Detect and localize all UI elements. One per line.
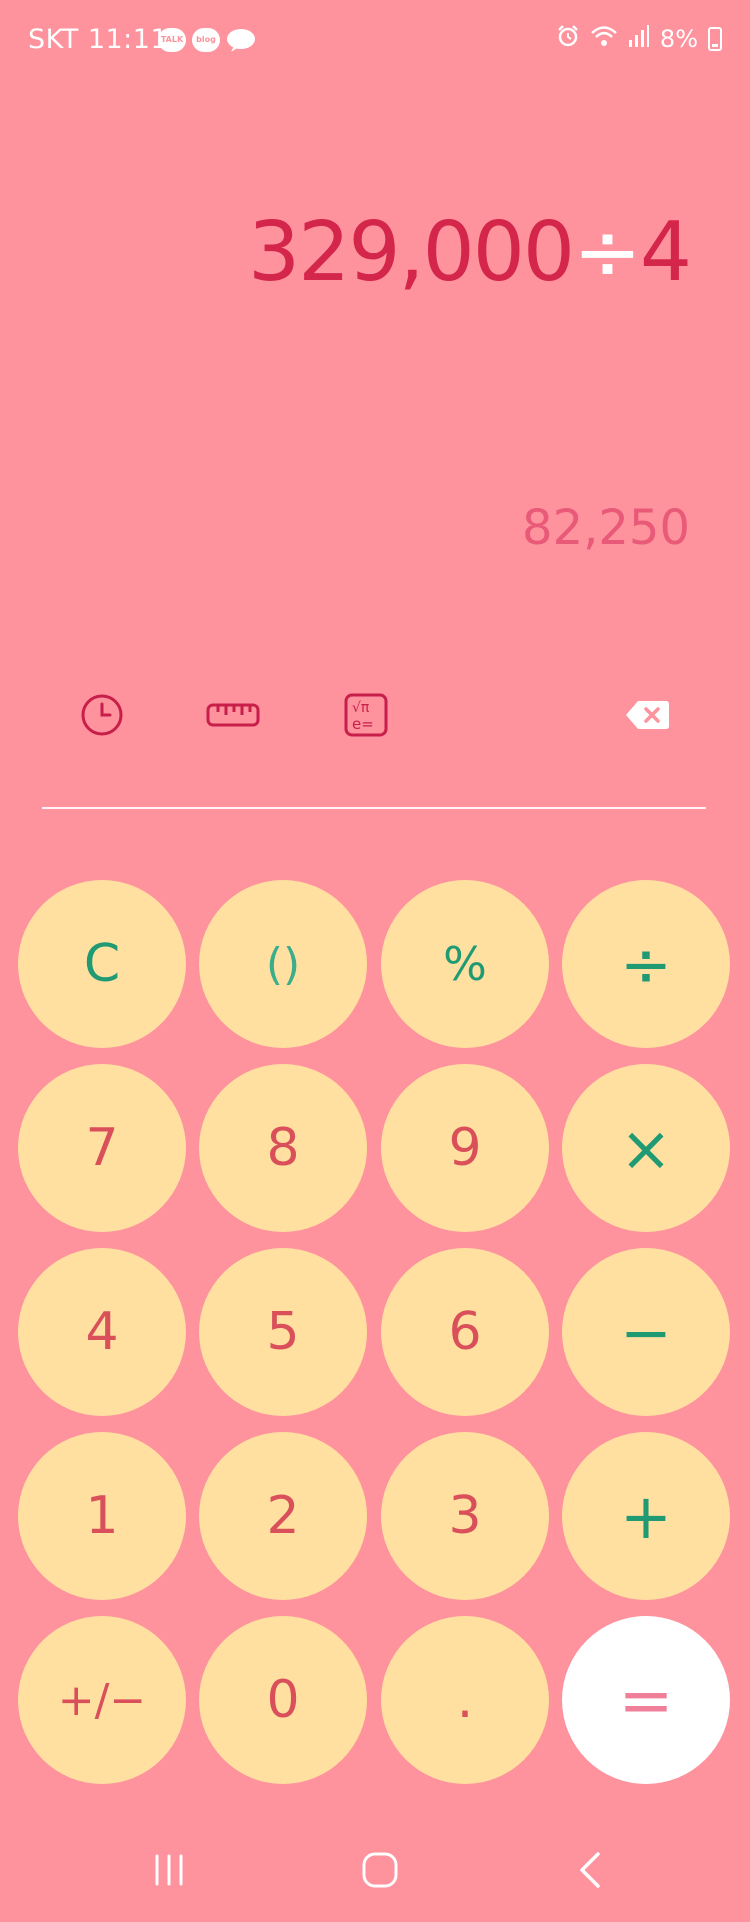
backspace-icon[interactable] xyxy=(622,690,672,740)
digit-7-button[interactable]: 7 xyxy=(18,1064,186,1232)
digit-4-button[interactable]: 4 xyxy=(18,1248,186,1416)
digit-6-button[interactable]: 6 xyxy=(381,1248,549,1416)
digit-3-button[interactable]: 3 xyxy=(381,1432,549,1600)
svg-text:e=: e= xyxy=(352,715,374,733)
negate-button[interactable]: +/− xyxy=(18,1616,186,1784)
history-icon[interactable] xyxy=(77,690,127,740)
digit-1-button[interactable]: 1 xyxy=(18,1432,186,1600)
decimal-button[interactable]: . xyxy=(381,1616,549,1784)
add-button[interactable]: + xyxy=(562,1432,730,1600)
subtract-button[interactable]: − xyxy=(562,1248,730,1416)
wifi-icon xyxy=(590,24,618,54)
status-bar: SKT 11:11 TALK blog 8% xyxy=(0,0,750,80)
expression-operand: 4 xyxy=(639,205,692,300)
clear-button[interactable]: C xyxy=(18,880,186,1048)
svg-text:√π: √π xyxy=(352,700,370,716)
chat-notification-icon xyxy=(226,28,256,56)
expression-display: 329,000÷4 xyxy=(248,205,692,300)
back-icon[interactable] xyxy=(560,1840,620,1900)
blog-notification-icon: blog xyxy=(192,28,220,52)
expression-operator: ÷ xyxy=(573,205,642,300)
digit-2-button[interactable]: 2 xyxy=(199,1432,367,1600)
alarm-icon xyxy=(556,24,580,54)
signal-icon xyxy=(628,24,650,54)
multiply-button[interactable]: × xyxy=(562,1064,730,1232)
digit-8-button[interactable]: 8 xyxy=(199,1064,367,1232)
percent-button[interactable]: % xyxy=(381,880,549,1048)
digit-9-button[interactable]: 9 xyxy=(381,1064,549,1232)
carrier-time: SKT 11:11 xyxy=(28,24,169,55)
digit-5-button[interactable]: 5 xyxy=(199,1248,367,1416)
battery-icon xyxy=(708,27,722,51)
expression-number: 329,000 xyxy=(248,205,575,300)
recent-apps-icon[interactable] xyxy=(139,1840,199,1900)
display-divider xyxy=(42,807,706,809)
scientific-mode-icon[interactable]: √π e= xyxy=(341,690,391,740)
kakaotalk-notification-icon: TALK xyxy=(158,28,186,52)
divide-button[interactable]: ÷ xyxy=(562,880,730,1048)
digit-0-button[interactable]: 0 xyxy=(199,1616,367,1784)
unit-converter-icon[interactable] xyxy=(205,690,261,740)
result-preview: 82,250 xyxy=(522,500,690,556)
home-icon[interactable] xyxy=(350,1840,410,1900)
status-right: 8% xyxy=(556,24,722,54)
parentheses-button[interactable]: () xyxy=(199,880,367,1048)
battery-percent: 8% xyxy=(659,25,698,53)
equals-button[interactable]: = xyxy=(562,1616,730,1784)
